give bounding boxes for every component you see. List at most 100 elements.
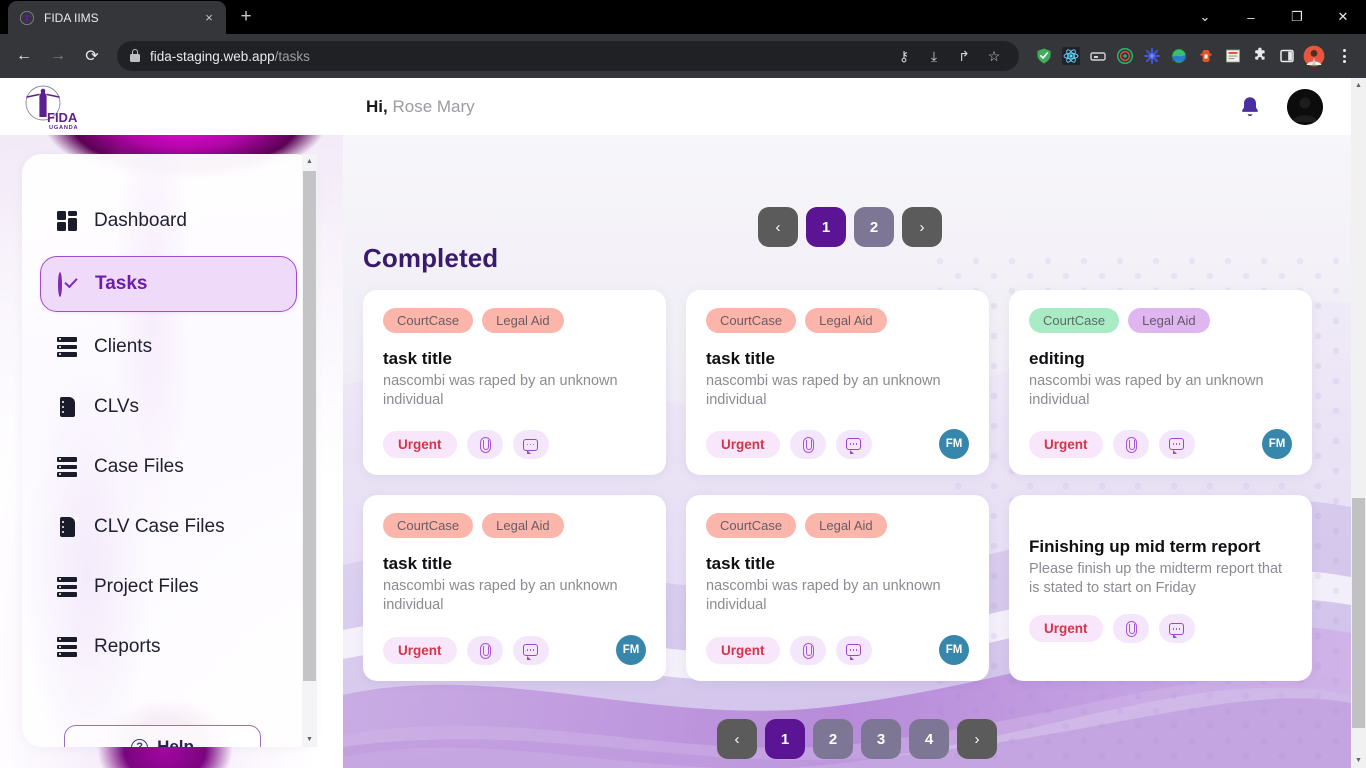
task-card[interactable]: CourtCase Legal Aid editing nascombi was… bbox=[1009, 290, 1312, 475]
minimize-button[interactable]: – bbox=[1228, 0, 1274, 34]
fida-logo-icon: FIDA UGANDA bbox=[17, 83, 79, 131]
extensions-puzzle-icon[interactable] bbox=[1248, 44, 1272, 68]
bell-icon[interactable] bbox=[1239, 95, 1261, 119]
tag-legal-aid[interactable]: Legal Aid bbox=[805, 308, 887, 333]
help-button[interactable]: ? Help bbox=[64, 725, 261, 747]
sidebar-item-clients[interactable]: Clients bbox=[40, 322, 297, 372]
globe-extension-icon[interactable] bbox=[1167, 44, 1191, 68]
tag-courtcase[interactable]: CourtCase bbox=[706, 308, 797, 333]
react-devtools-extension-icon[interactable] bbox=[1059, 44, 1083, 68]
back-button[interactable]: ← bbox=[8, 40, 40, 72]
adblock-shield-extension-icon[interactable] bbox=[1032, 44, 1056, 68]
task-card-footer: Urgent FM bbox=[383, 635, 646, 666]
tag-legal-aid[interactable]: Legal Aid bbox=[482, 513, 564, 538]
user-avatar[interactable] bbox=[1287, 88, 1323, 125]
list-icon bbox=[57, 577, 78, 598]
paperclip-icon[interactable] bbox=[1112, 614, 1149, 644]
tag-courtcase[interactable]: CourtCase bbox=[1029, 308, 1120, 333]
paperclip-icon[interactable] bbox=[789, 635, 826, 665]
page-scrollbar[interactable]: ▲ ▼ bbox=[1351, 78, 1366, 768]
tag-legal-aid[interactable]: Legal Aid bbox=[805, 513, 887, 538]
close-window-button[interactable]: ✕ bbox=[1320, 0, 1366, 34]
close-icon[interactable]: × bbox=[200, 9, 218, 27]
tag-courtcase[interactable]: CourtCase bbox=[383, 513, 474, 538]
sidebar-item-clv-case-files[interactable]: CLV Case Files bbox=[40, 502, 297, 552]
scroll-up-icon[interactable]: ▲ bbox=[1351, 78, 1366, 93]
tag-legal-aid[interactable]: Legal Aid bbox=[482, 308, 564, 333]
hydrant-extension-icon[interactable] bbox=[1194, 44, 1218, 68]
comment-icon[interactable] bbox=[835, 429, 872, 459]
task-card[interactable]: CourtCase Legal Aid task title nascombi … bbox=[686, 290, 989, 475]
pagination-page-1[interactable]: 1 bbox=[765, 719, 805, 759]
pagination-prev-button[interactable]: ‹ bbox=[758, 207, 798, 247]
asterisk-extension-icon[interactable] bbox=[1140, 44, 1164, 68]
tag-legal-aid[interactable]: Legal Aid bbox=[1128, 308, 1210, 333]
task-card-description: nascombi was raped by an unknown individ… bbox=[1029, 373, 1264, 409]
paperclip-icon[interactable] bbox=[789, 429, 826, 459]
sidebar-item-dashboard[interactable]: Dashboard bbox=[40, 196, 297, 246]
maximize-button[interactable]: ❐ bbox=[1274, 0, 1320, 34]
sidebar-item-case-files[interactable]: Case Files bbox=[40, 442, 297, 492]
side-panel-icon[interactable] bbox=[1275, 44, 1299, 68]
share-icon[interactable]: ↱ bbox=[951, 43, 977, 69]
sidebar-scrollbar[interactable]: ▲ ▼ bbox=[302, 154, 317, 747]
sidebar-item-tasks[interactable]: Tasks bbox=[40, 256, 297, 312]
task-card-tags: CourtCase Legal Aid bbox=[706, 308, 969, 333]
comment-icon[interactable] bbox=[1158, 429, 1195, 459]
task-card[interactable]: Finishing up mid term report Please fini… bbox=[1009, 495, 1312, 682]
pagination-page-3[interactable]: 3 bbox=[861, 719, 901, 759]
scroll-up-icon[interactable]: ▲ bbox=[302, 154, 317, 169]
tag-courtcase[interactable]: CourtCase bbox=[383, 308, 474, 333]
paperclip-icon[interactable] bbox=[1112, 429, 1149, 459]
pagination-next-button[interactable]: › bbox=[902, 207, 942, 247]
browser-menu-icon[interactable] bbox=[1330, 42, 1358, 70]
comment-icon[interactable] bbox=[512, 635, 549, 665]
task-card-description: nascombi was raped by an unknown individ… bbox=[706, 578, 941, 614]
pagination-top: ‹ 1 2 › bbox=[758, 207, 942, 247]
task-card[interactable]: CourtCase Legal Aid task title nascombi … bbox=[363, 495, 666, 682]
task-card-footer: Urgent bbox=[1029, 614, 1292, 644]
screen-capture-extension-icon[interactable] bbox=[1086, 44, 1110, 68]
sidebar-item-reports[interactable]: Reports bbox=[40, 622, 297, 672]
target-circles-extension-icon[interactable] bbox=[1113, 44, 1137, 68]
pagination-page-4[interactable]: 4 bbox=[909, 719, 949, 759]
notes-extension-icon[interactable] bbox=[1221, 44, 1245, 68]
paperclip-icon[interactable] bbox=[466, 635, 503, 665]
install-app-icon[interactable]: ⤓ bbox=[921, 43, 947, 69]
pagination-page-2[interactable]: 2 bbox=[854, 207, 894, 247]
forward-button[interactable]: → bbox=[42, 40, 74, 72]
fida-logo[interactable]: FIDA UGANDA bbox=[0, 83, 96, 131]
password-key-icon[interactable]: ⚷ bbox=[891, 43, 917, 69]
reload-button[interactable]: ⟳ bbox=[76, 40, 108, 72]
comment-icon[interactable] bbox=[1158, 614, 1195, 644]
document-icon bbox=[57, 396, 78, 418]
pagination-page-1[interactable]: 1 bbox=[806, 207, 846, 247]
sidebar-item-clvs[interactable]: CLVs bbox=[40, 382, 297, 432]
url-path: /tasks bbox=[274, 48, 310, 64]
new-tab-button[interactable]: + bbox=[232, 3, 260, 31]
comment-icon[interactable] bbox=[512, 430, 549, 459]
sidebar-item-project-files[interactable]: Project Files bbox=[40, 562, 297, 612]
pagination-prev-button[interactable]: ‹ bbox=[717, 719, 757, 759]
pagination-next-button[interactable]: › bbox=[957, 719, 997, 759]
task-card-footer: Urgent bbox=[383, 430, 646, 459]
tab-title: FIDA IIMS bbox=[44, 10, 99, 25]
profile-avatar[interactable] bbox=[1302, 44, 1326, 68]
pagination-page-2[interactable]: 2 bbox=[813, 719, 853, 759]
task-card-tags: CourtCase Legal Aid bbox=[383, 513, 646, 538]
tab-search-button[interactable]: ⌄ bbox=[1182, 0, 1228, 34]
browser-tab-fida-iims[interactable]: FIDA IIMS × bbox=[8, 1, 226, 34]
sidebar-panel: Dashboard Tasks Clients CLVs Case Files … bbox=[22, 154, 315, 747]
address-bar[interactable]: fida-staging.web.app/tasks ⚷ ⤓ ↱ ☆ bbox=[117, 41, 1019, 71]
task-card[interactable]: CourtCase Legal Aid task title nascombi … bbox=[686, 495, 989, 682]
help-label: Help bbox=[157, 737, 194, 747]
paperclip-icon[interactable] bbox=[466, 430, 503, 459]
scroll-down-icon[interactable]: ▼ bbox=[302, 732, 317, 747]
sidebar-scrollbar-thumb[interactable] bbox=[303, 171, 316, 681]
comment-icon[interactable] bbox=[835, 635, 872, 665]
page-scrollbar-thumb[interactable] bbox=[1352, 498, 1365, 728]
bookmark-star-icon[interactable]: ☆ bbox=[981, 43, 1007, 69]
scroll-down-icon[interactable]: ▼ bbox=[1351, 753, 1366, 768]
task-card[interactable]: CourtCase Legal Aid task title nascombi … bbox=[363, 290, 666, 475]
tag-courtcase[interactable]: CourtCase bbox=[706, 513, 797, 538]
